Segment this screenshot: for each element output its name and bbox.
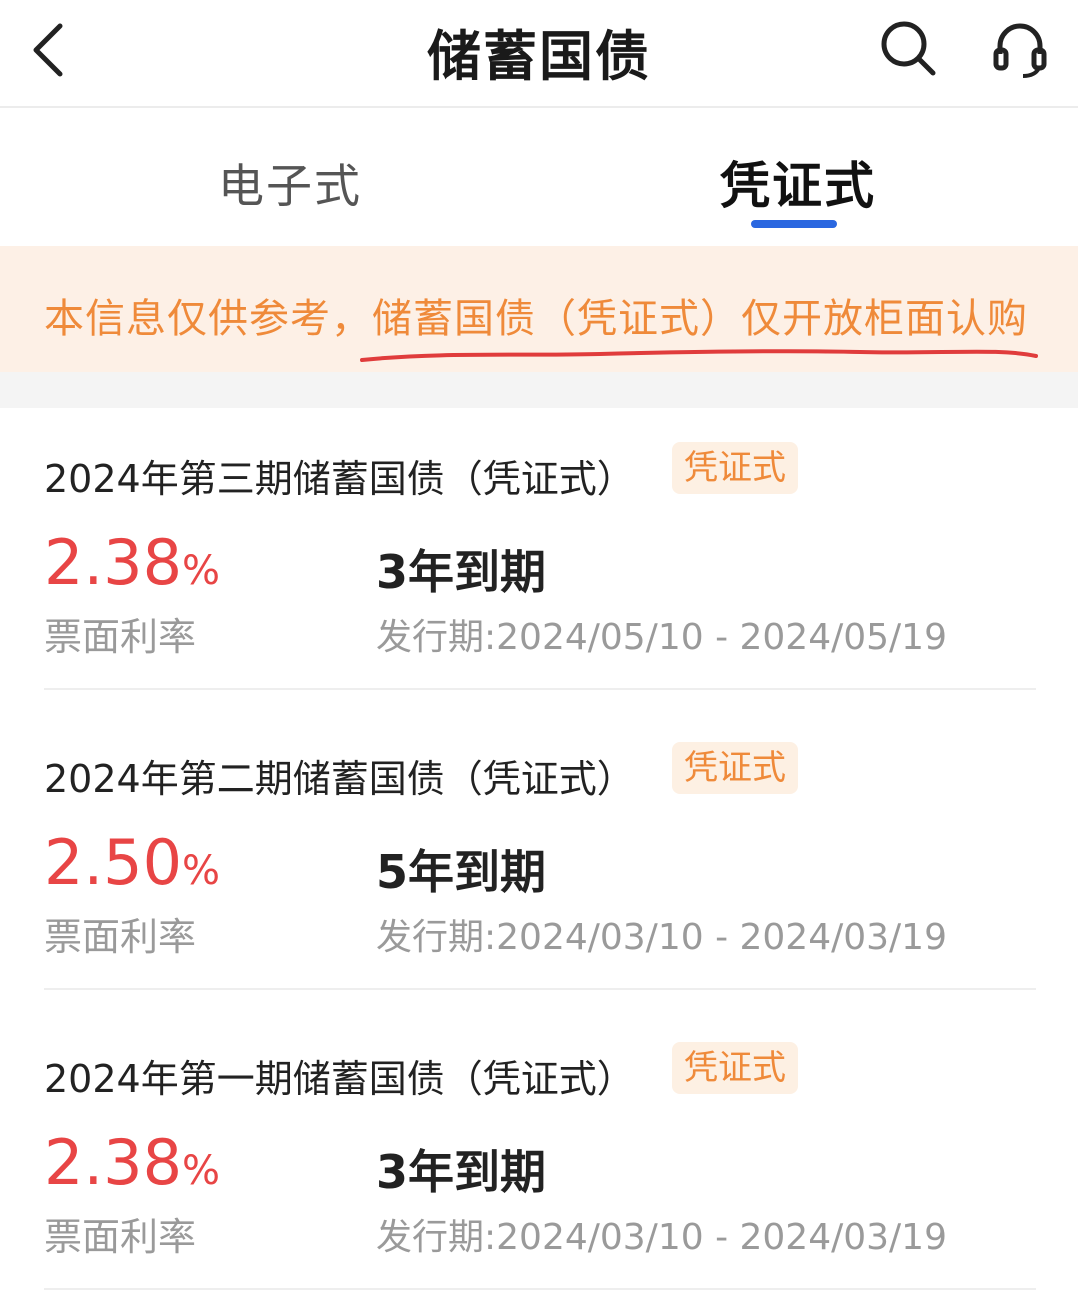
- coupon-rate-label: 票面利率: [44, 1215, 197, 1259]
- notice-banner: 本信息仅供参考，储蓄国债（凭证式）仅开放柜面认购: [0, 246, 1078, 372]
- bond-type-badge: 凭证式: [672, 742, 798, 794]
- bond-name: 2024年第二期储蓄国债（凭证式）: [44, 757, 635, 801]
- coupon-rate-label: 票面利率: [44, 615, 197, 659]
- issue-period: 发行期:2024/05/10 - 2024/05/19: [376, 617, 947, 658]
- tab-electronic[interactable]: 电子式: [218, 150, 362, 216]
- row-divider: [44, 688, 1036, 690]
- coupon-rate-value: 2.38: [44, 526, 183, 599]
- coupon-rate-value: 2.50: [44, 826, 183, 899]
- bond-term: 3年到期: [376, 1145, 547, 1199]
- coupon-rate: 2.38%: [44, 526, 220, 599]
- bond-item[interactable]: 2024年第三期储蓄国债（凭证式） 凭证式 2.38% 票面利率 3年到期 发行…: [0, 408, 1078, 708]
- bond-term: 3年到期: [376, 545, 547, 599]
- notice-text: 本信息仅供参考，储蓄国债（凭证式）仅开放柜面认购: [44, 296, 1028, 342]
- coupon-rate-value: 2.38: [44, 1126, 183, 1199]
- issue-period: 发行期:2024/03/10 - 2024/03/19: [376, 917, 947, 958]
- bond-item[interactable]: 2024年第一期储蓄国债（凭证式） 凭证式 2.38% 票面利率 3年到期 发行…: [0, 1008, 1078, 1308]
- bond-name: 2024年第一期储蓄国债（凭证式）: [44, 1057, 635, 1101]
- bond-type-badge: 凭证式: [672, 1042, 798, 1094]
- coupon-rate-unit: %: [182, 548, 221, 594]
- bond-type-badge: 凭证式: [672, 442, 798, 494]
- issue-period: 发行期:2024/03/10 - 2024/03/19: [376, 1217, 947, 1258]
- headset-icon[interactable]: [990, 18, 1050, 78]
- section-gap: [0, 372, 1078, 408]
- hand-drawn-underline: [360, 349, 1038, 362]
- coupon-rate-unit: %: [182, 1148, 221, 1194]
- coupon-rate-unit: %: [182, 848, 221, 894]
- coupon-rate-label: 票面利率: [44, 915, 197, 959]
- top-nav-bar: 储蓄国债: [0, 0, 1078, 108]
- row-divider: [44, 1288, 1036, 1290]
- active-tab-indicator: [751, 220, 837, 228]
- bond-term: 5年到期: [376, 845, 547, 899]
- coupon-rate: 2.50%: [44, 826, 220, 899]
- tab-certificate[interactable]: 凭证式: [720, 146, 876, 218]
- bond-item[interactable]: 2024年第二期储蓄国债（凭证式） 凭证式 2.50% 票面利率 5年到期 发行…: [0, 708, 1078, 1008]
- bond-list: 2024年第三期储蓄国债（凭证式） 凭证式 2.38% 票面利率 3年到期 发行…: [0, 408, 1078, 1308]
- row-divider: [44, 988, 1036, 990]
- coupon-rate: 2.38%: [44, 1126, 220, 1199]
- tab-bar: 电子式 凭证式: [0, 110, 1078, 246]
- search-icon[interactable]: [878, 18, 938, 78]
- bond-name: 2024年第三期储蓄国债（凭证式）: [44, 457, 635, 501]
